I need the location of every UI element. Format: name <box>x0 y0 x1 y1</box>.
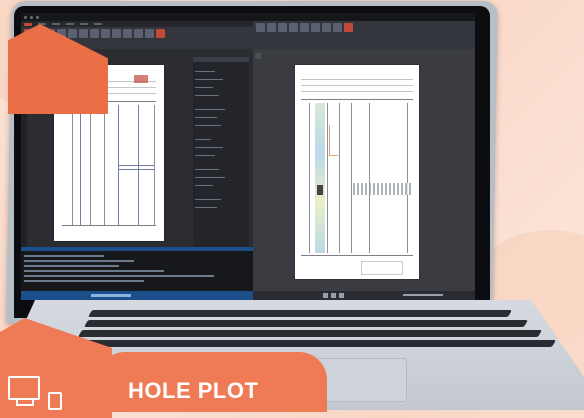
toolbar-button[interactable] <box>333 23 342 32</box>
toolbar-button[interactable] <box>256 23 265 32</box>
table-band <box>353 183 411 195</box>
toolbar-button[interactable] <box>344 23 353 32</box>
file-menu[interactable] <box>24 22 32 26</box>
preview-status-bar <box>253 291 475 300</box>
device-icon <box>48 392 62 410</box>
window-control-icon[interactable] <box>30 15 33 19</box>
toolbar-button[interactable] <box>300 23 309 32</box>
monitor-icon <box>8 376 40 400</box>
status-bar <box>21 291 253 300</box>
logo-icon <box>134 75 148 83</box>
toolbar-button[interactable] <box>156 29 165 38</box>
toolbar-button[interactable] <box>79 29 88 38</box>
app-window-right <box>253 13 475 300</box>
curve-trace <box>329 125 338 156</box>
output-log <box>21 247 253 291</box>
toolbar-button[interactable] <box>267 23 276 32</box>
toolbar-button[interactable] <box>68 29 77 38</box>
toolbar-button[interactable] <box>278 23 287 32</box>
toolbar-button[interactable] <box>123 29 132 38</box>
toolbar-button[interactable] <box>322 23 331 32</box>
menu-item[interactable] <box>52 23 60 25</box>
menu-item[interactable] <box>66 23 74 25</box>
print-preview-toolbar <box>253 21 475 49</box>
toolbar-button[interactable] <box>101 29 110 38</box>
toolbar-button[interactable] <box>90 29 99 38</box>
sample-marker <box>317 185 323 195</box>
toolbar-button[interactable] <box>134 29 143 38</box>
log-header <box>21 247 253 251</box>
menu-item[interactable] <box>94 23 102 25</box>
properties-header <box>193 57 249 62</box>
title-bar <box>21 13 253 21</box>
window-control-icon[interactable] <box>24 15 27 19</box>
monitor-stand-icon <box>16 398 34 406</box>
strata-column <box>315 103 325 253</box>
window-control-icon[interactable] <box>36 15 39 19</box>
preview-tab[interactable] <box>255 53 261 59</box>
toolbar-button[interactable] <box>145 29 154 38</box>
toolbar-button[interactable] <box>289 23 298 32</box>
legend-box <box>361 261 403 275</box>
preview-page <box>295 65 419 279</box>
properties-panel <box>193 57 249 247</box>
title-bar-right <box>253 13 475 21</box>
zoom-slider[interactable] <box>403 294 443 296</box>
toolbar-button[interactable] <box>311 23 320 32</box>
toolbar-button[interactable] <box>112 29 121 38</box>
product-label: HOLE PLOT <box>128 378 259 403</box>
menu-item[interactable] <box>80 23 88 25</box>
